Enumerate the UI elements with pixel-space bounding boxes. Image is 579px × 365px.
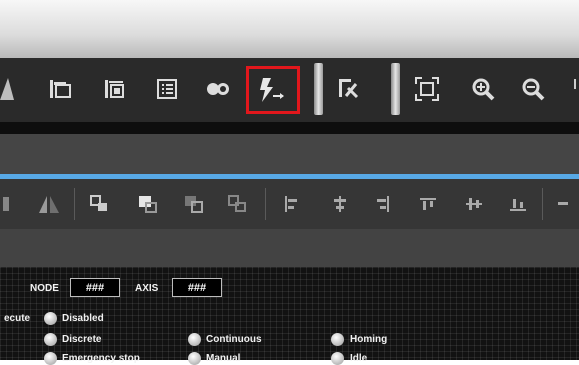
toolbar-separator xyxy=(542,188,543,220)
radio-continuous[interactable] xyxy=(188,333,201,346)
stack-frames-2-icon[interactable] xyxy=(100,74,130,104)
align-top-icon[interactable] xyxy=(416,192,440,216)
option-e-stop-label: Emergency stop xyxy=(62,353,140,364)
node-field[interactable]: ### xyxy=(70,278,120,297)
bring-forward-icon[interactable] xyxy=(86,190,114,218)
radio-idle[interactable] xyxy=(331,352,344,365)
option-discrete-label: Discrete xyxy=(62,334,102,345)
flip-icon[interactable] xyxy=(32,190,66,218)
send-to-back-icon[interactable] xyxy=(224,190,252,218)
radio-disabled[interactable] xyxy=(44,312,57,325)
radio-e-stop[interactable] xyxy=(44,352,57,365)
option-homing-label: Homing xyxy=(350,334,388,345)
axis-label: AXIS xyxy=(135,283,159,294)
zoom-out-icon[interactable] xyxy=(516,72,550,106)
axis-field[interactable]: ### xyxy=(172,278,222,297)
align-left-icon[interactable] xyxy=(280,192,304,216)
fit-screen-icon[interactable] xyxy=(410,72,444,106)
tab-bar xyxy=(0,134,579,174)
radio-discrete[interactable] xyxy=(44,333,57,346)
send-backward-icon[interactable] xyxy=(180,190,208,218)
align-middle-icon[interactable] xyxy=(462,192,486,216)
partial-icon[interactable] xyxy=(571,74,579,94)
radio-manual[interactable] xyxy=(188,352,201,365)
execute-label: ecute xyxy=(4,313,31,324)
align-center-icon[interactable] xyxy=(328,192,352,216)
option-disabled-label: Disabled xyxy=(62,313,104,324)
stack-frames-icon[interactable] xyxy=(45,74,75,104)
highlight-box xyxy=(246,66,300,114)
option-idle-label: Idle xyxy=(350,353,368,364)
option-continuous-label: Continuous xyxy=(206,334,262,345)
partial-icon[interactable] xyxy=(0,192,12,216)
tab-bar-2 xyxy=(0,229,579,267)
radio-homing[interactable] xyxy=(331,333,344,346)
option-manual-label: Manual xyxy=(206,353,241,364)
toggle-icon[interactable] xyxy=(202,74,236,104)
bring-to-front-icon[interactable] xyxy=(134,190,162,218)
partial-icon[interactable] xyxy=(0,72,14,106)
zoom-in-icon[interactable] xyxy=(466,72,500,106)
window-chrome xyxy=(0,0,579,58)
list-icon[interactable] xyxy=(152,74,182,104)
toolbar-separator xyxy=(391,63,400,115)
node-label: NODE xyxy=(30,283,59,294)
align-bottom-icon[interactable] xyxy=(506,192,530,216)
toolbar-separator xyxy=(265,188,266,220)
align-right-icon[interactable] xyxy=(370,192,394,216)
toolbar-shadow xyxy=(0,122,579,134)
edit-arrow-icon[interactable] xyxy=(332,72,366,106)
toolbar-separator xyxy=(74,188,75,220)
toolbar-separator xyxy=(314,63,323,115)
partial-icon[interactable] xyxy=(552,192,576,216)
